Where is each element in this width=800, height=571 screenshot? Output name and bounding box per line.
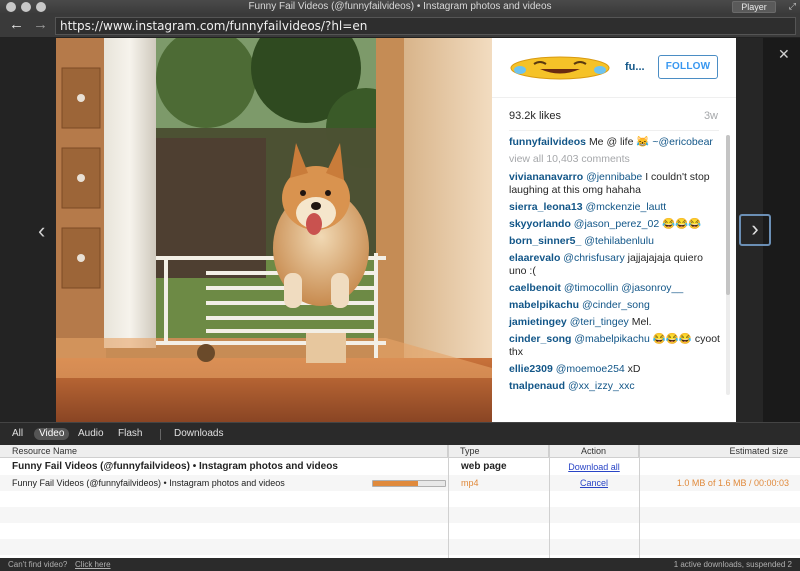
download-progress-fill bbox=[373, 481, 418, 486]
comment-item: viviananavarro @jennibabe I couldn't sto… bbox=[509, 171, 721, 197]
chevron-left-icon[interactable]: ‹ bbox=[38, 218, 45, 244]
download-filter-tabs: All Video Audio Flash Downloads bbox=[0, 422, 800, 445]
download-manager-panel: All Video Audio Flash Downloads Resource… bbox=[0, 422, 800, 571]
post-photo[interactable] bbox=[56, 38, 492, 422]
download-progress-bar bbox=[372, 480, 446, 487]
comments-scrollbar-thumb[interactable] bbox=[726, 135, 730, 295]
back-arrow-icon[interactable]: ← bbox=[9, 17, 24, 33]
comment-text: xD bbox=[627, 363, 641, 375]
comment-mention[interactable]: @tehilabenlulu bbox=[584, 235, 654, 247]
comment-username[interactable]: viviananavarro bbox=[509, 171, 583, 183]
column-header-action[interactable]: Action bbox=[549, 445, 639, 458]
comment-mention[interactable]: @xx_izzy_xxc bbox=[568, 380, 635, 392]
post-sidebar: fu... FOLLOW 93.2k likes 3w funnyfailvid… bbox=[492, 38, 736, 422]
comment-item: ellie2309 @moemoe254 xD bbox=[509, 363, 721, 376]
cancel-download-link[interactable]: Cancel bbox=[549, 475, 639, 491]
comment-item: caelbenoit @timocollin @jasonroy__ bbox=[509, 282, 721, 295]
corgi-photo-image bbox=[56, 38, 492, 422]
status-bar: Can't find video? Click here 1 active do… bbox=[0, 558, 800, 571]
tab-all[interactable]: All bbox=[12, 428, 23, 440]
view-all-comments-link[interactable]: view all 10,403 comments bbox=[509, 153, 721, 166]
status-active-downloads: 1 active downloads, suspended 2 bbox=[673, 560, 792, 569]
download-all-link[interactable]: Download all bbox=[549, 459, 639, 475]
url-input[interactable]: https://www.instagram.com/funnyfailvideo… bbox=[55, 17, 796, 35]
comment-mention[interactable]: @timocollin @jasonroy__ bbox=[564, 282, 683, 294]
comment-username[interactable]: ellie2309 bbox=[509, 363, 553, 375]
download-size-progress: 1.0 MB of 1.6 MB / 00:00:03 bbox=[676, 478, 789, 488]
comment-username[interactable]: cinder_song bbox=[509, 333, 571, 345]
tab-video[interactable]: Video bbox=[34, 428, 70, 440]
download-row-mp4[interactable]: Funny Fail Videos (@funnyfailvideos) • I… bbox=[0, 475, 800, 491]
forward-arrow-icon[interactable]: → bbox=[33, 17, 48, 33]
column-header-size[interactable]: Estimated size bbox=[639, 445, 800, 458]
comment-username[interactable]: born_sinner5_ bbox=[509, 235, 581, 247]
status-help-text: Can't find video? bbox=[8, 560, 68, 569]
comment-username[interactable]: skyyorlando bbox=[509, 218, 571, 230]
comment-item: mabelpikachu @cinder_song bbox=[509, 299, 721, 312]
resource-name: Funny Fail Videos (@funnyfailvideos) • I… bbox=[12, 461, 338, 472]
comment-item: jamietingey @teri_tingey Mel. bbox=[509, 316, 721, 329]
window-titlebar: Funny Fail Videos (@funnyfailvideos) • I… bbox=[0, 0, 800, 14]
comment-mention[interactable]: @mckenzie_lautt bbox=[585, 201, 666, 213]
comment-mention[interactable]: @mabelpikachu bbox=[574, 333, 649, 345]
click-here-link[interactable]: Click here bbox=[75, 558, 111, 571]
post-username[interactable]: fu... bbox=[625, 61, 645, 73]
comment-item: sierra_leona13 @mckenzie_lautt bbox=[509, 201, 721, 214]
column-header-name[interactable]: Resource Name bbox=[0, 445, 448, 458]
resource-type: mp4 bbox=[461, 478, 479, 488]
column-header-type[interactable]: Type bbox=[448, 445, 549, 458]
lightbox-backdrop-left[interactable] bbox=[0, 38, 56, 422]
comments-list: funnyfailvideos Me @ life 😹 ~@ericobear … bbox=[509, 136, 721, 397]
likes-count[interactable]: 93.2k likes bbox=[509, 110, 561, 122]
comment-item: born_sinner5_ @tehilabenlulu bbox=[509, 235, 721, 248]
divider bbox=[509, 130, 719, 131]
laughing-emoji-avatar-icon[interactable] bbox=[510, 56, 610, 80]
follow-button[interactable]: FOLLOW bbox=[658, 55, 718, 79]
comment-item: tnalpenaud @xx_izzy_xxc bbox=[509, 380, 721, 393]
comment-mention[interactable]: @moemoe254 bbox=[556, 363, 625, 375]
tab-separator bbox=[160, 429, 161, 440]
comment-item: cinder_song @mabelpikachu 😂😂😂 cyoot thx bbox=[509, 333, 721, 359]
post-header: fu... FOLLOW bbox=[492, 38, 736, 98]
comment-username[interactable]: elaarevalo bbox=[509, 252, 560, 264]
resource-name: Funny Fail Videos (@funnyfailvideos) • I… bbox=[12, 478, 285, 488]
caption-mention[interactable]: ~@ericobear bbox=[652, 136, 713, 148]
tab-downloads[interactable]: Downloads bbox=[174, 428, 223, 440]
column-divider bbox=[639, 445, 640, 558]
caption: funnyfailvideos Me @ life 😹 ~@ericobear bbox=[509, 136, 721, 149]
fullscreen-icon[interactable]: ⤢ bbox=[789, 1, 796, 12]
window-title: Funny Fail Videos (@funnyfailvideos) • I… bbox=[248, 1, 552, 12]
caption-text: Me @ life 😹 bbox=[588, 136, 650, 148]
comment-mention[interactable]: @teri_tingey bbox=[570, 316, 629, 328]
close-icon[interactable]: ✕ bbox=[778, 46, 790, 63]
caption-username[interactable]: funnyfailvideos bbox=[509, 136, 586, 148]
comment-username[interactable]: sierra_leona13 bbox=[509, 201, 583, 213]
address-toolbar: ← → https://www.instagram.com/funnyfailv… bbox=[0, 14, 800, 38]
comment-item: skyyorlando @jason_perez_02 😂😂😂 bbox=[509, 218, 721, 231]
comment-username[interactable]: mabelpikachu bbox=[509, 299, 579, 311]
empty-row bbox=[0, 539, 800, 555]
comment-mention[interactable]: @jennibabe bbox=[586, 171, 642, 183]
resource-type: web page bbox=[461, 461, 507, 472]
tab-audio[interactable]: Audio bbox=[78, 428, 104, 440]
comment-mention[interactable]: @jason_perez_02 😂😂😂 bbox=[574, 218, 702, 230]
tab-flash[interactable]: Flash bbox=[118, 428, 142, 440]
player-button[interactable]: Player bbox=[732, 1, 776, 13]
post-age[interactable]: 3w bbox=[704, 110, 718, 122]
comment-username[interactable]: caelbenoit bbox=[509, 282, 561, 294]
download-row-webpage[interactable]: Funny Fail Videos (@funnyfailvideos) • I… bbox=[0, 459, 800, 475]
comment-username[interactable]: jamietingey bbox=[509, 316, 567, 328]
empty-row bbox=[0, 523, 800, 539]
empty-row bbox=[0, 507, 800, 523]
comment-item: elaarevalo @chrisfusary jajjajajaja quie… bbox=[509, 252, 721, 278]
empty-row bbox=[0, 491, 800, 507]
instagram-lightbox: ‹ › ✕ fu... FOLLOW 93.2k likes 3w funnyf… bbox=[0, 38, 800, 422]
comment-username[interactable]: tnalpenaud bbox=[509, 380, 565, 392]
column-divider bbox=[549, 445, 550, 558]
comment-mention[interactable]: @cinder_song bbox=[582, 299, 650, 311]
comment-text: Mel. bbox=[631, 316, 652, 328]
column-divider bbox=[448, 445, 449, 558]
chevron-right-icon[interactable]: › bbox=[739, 214, 771, 246]
comment-mention[interactable]: @chrisfusary bbox=[563, 252, 624, 264]
